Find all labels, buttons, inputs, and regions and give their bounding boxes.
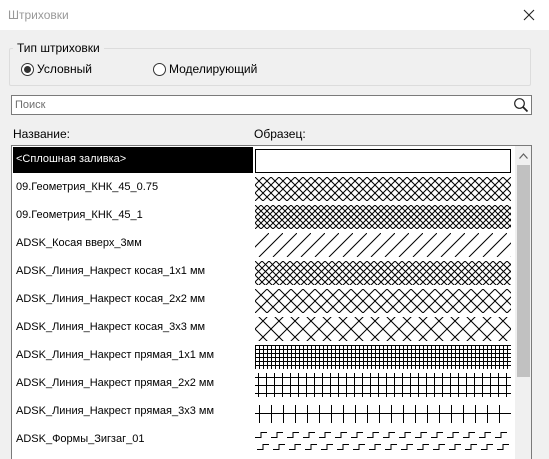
chevron-up-icon [519, 153, 528, 159]
hatch-sample-solid [255, 149, 511, 173]
hatch-row[interactable]: ADSK_Линия_Накрест косая_1х1 мм [12, 258, 515, 286]
hatch-name: ADSK_Косая вверх_3мм [16, 237, 142, 249]
radio-button-checked[interactable] [21, 62, 34, 76]
hatch-type-label: Тип штриховки [13, 41, 104, 55]
radio-button-unchecked[interactable] [153, 62, 166, 76]
radio-conditional-label: Условный [37, 62, 92, 76]
hatch-row[interactable]: 09.Геометрия_КНК_45_0.75 [12, 174, 515, 202]
search-box [11, 95, 532, 115]
hatch-row[interactable]: ADSK_Линия_Накрест прямая_1х1 мм [12, 342, 515, 370]
close-button[interactable] [509, 0, 549, 30]
hatch-sample [255, 317, 511, 341]
hatch-sample [255, 177, 511, 201]
search-input[interactable] [15, 97, 505, 113]
hatch-name: <Сплошная заливка> [16, 153, 127, 165]
hatch-name: ADSK_Формы_Зигзаг_01 [16, 433, 145, 445]
radio-conditional[interactable]: Условный [21, 62, 92, 76]
hatch-sample [255, 233, 511, 257]
hatch-name: 09.Геометрия_КНК_45_1 [16, 209, 143, 221]
hatch-name: ADSK_Линия_Накрест косая_1х1 мм [16, 265, 206, 277]
hatch-row[interactable]: ADSK_Формы_Зигзаг_01 [12, 426, 515, 454]
radio-modeling-label: Моделирующий [169, 62, 258, 76]
hatch-sample [255, 373, 511, 397]
hatch-sample [255, 401, 511, 425]
hatch-list[interactable]: <Сплошная заливка> 09.Геометрия_КНК_45_0… [11, 145, 532, 459]
hatch-name: ADSK_Линия_Накрест прямая_1х1 мм [16, 349, 215, 361]
hatch-name: 09.Геометрия_КНК_45_0.75 [16, 181, 159, 193]
window-title: Штриховки [8, 8, 69, 22]
hatch-name: ADSK_Линия_Накрест прямая_2х2 мм [16, 377, 215, 389]
radio-modeling[interactable]: Моделирующий [153, 62, 257, 76]
sample-column-header: Образец: [254, 127, 306, 141]
hatch-sample [255, 289, 511, 313]
hatch-row[interactable]: ADSK_Линия_Накрест прямая_2х2 мм [12, 370, 515, 398]
close-icon [523, 9, 535, 21]
hatch-name: ADSK_Линия_Накрест косая_2х2 мм [16, 293, 206, 305]
hatch-name: ADSK_Линия_Накрест прямая_3х3 мм [16, 405, 215, 417]
scroll-up-button[interactable] [515, 148, 531, 164]
hatch-row[interactable]: 09.Геометрия_КНК_45_1 [12, 202, 515, 230]
hatch-sample [255, 345, 511, 369]
hatch-row[interactable]: ADSK_Линия_Накрест косая_3х3 мм [12, 314, 515, 342]
hatch-sample [255, 205, 511, 229]
search-icon[interactable] [513, 97, 529, 113]
vertical-scrollbar[interactable] [515, 146, 531, 459]
title-bar: Штриховки [0, 0, 549, 30]
scroll-thumb[interactable] [517, 165, 530, 377]
hatch-sample [255, 261, 511, 285]
hatch-sample [255, 429, 511, 453]
hatch-row[interactable]: ADSK_Линия_Накрест косая_2х2 мм [12, 286, 515, 314]
hatch-row[interactable]: ADSK_Линия_Накрест прямая_3х3 мм [12, 398, 515, 426]
hatch-row[interactable]: ADSK_Косая вверх_3мм [12, 230, 515, 258]
hatch-row-solid[interactable]: <Сплошная заливка> [12, 146, 515, 174]
name-column-header: Название: [13, 127, 70, 141]
hatch-name: ADSK_Линия_Накрест косая_3х3 мм [16, 321, 206, 333]
